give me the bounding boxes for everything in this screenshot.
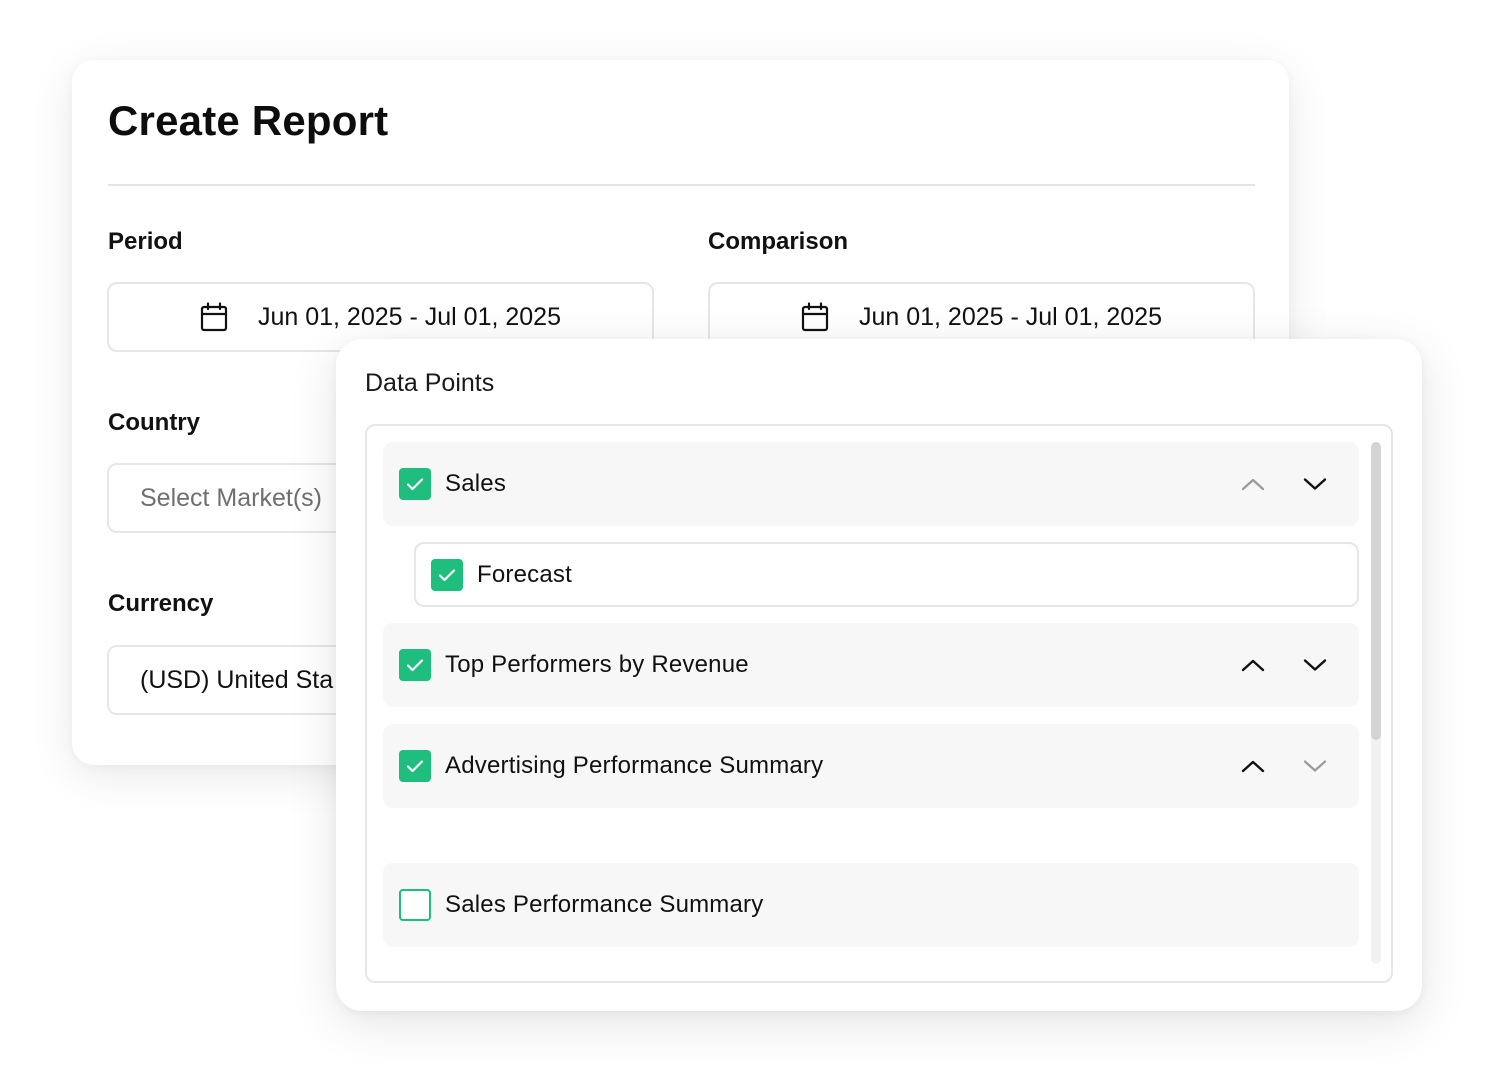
list-item-advertising-performance: Advertising Performance Summary — [383, 724, 1359, 808]
list-item-forecast: Forecast — [414, 542, 1359, 607]
currency-label: Currency — [108, 590, 214, 617]
country-placeholder: Select Market(s) — [140, 483, 322, 512]
check-icon — [406, 659, 424, 672]
chevron-up-icon[interactable] — [1240, 753, 1266, 779]
data-points-list: Sales Forecast Top Performers by Revenue… — [365, 424, 1393, 983]
title-divider — [108, 184, 1255, 186]
scrollbar-thumb[interactable] — [1371, 442, 1381, 740]
forecast-checkbox[interactable] — [431, 558, 463, 591]
advertising-performance-label: Advertising Performance Summary — [445, 752, 824, 779]
chevron-down-icon[interactable] — [1302, 753, 1328, 779]
scrollbar-track[interactable] — [1371, 442, 1381, 964]
check-icon — [438, 568, 456, 581]
calendar-icon — [200, 302, 228, 332]
list-item-sales: Sales — [383, 442, 1359, 526]
sales-performance-label: Sales Performance Summary — [445, 891, 764, 918]
check-icon — [406, 478, 424, 491]
country-label: Country — [108, 409, 200, 436]
check-icon — [406, 760, 424, 773]
comparison-date-range-text: Jun 01, 2025 - Jul 01, 2025 — [858, 302, 1162, 331]
page-title: Create Report — [108, 97, 389, 144]
sales-label: Sales — [445, 470, 507, 497]
forecast-label: Forecast — [477, 560, 572, 588]
advertising-performance-checkbox[interactable] — [399, 750, 431, 782]
chevron-up-icon[interactable] — [1240, 652, 1266, 678]
chevron-down-icon[interactable] — [1302, 471, 1328, 497]
top-performers-label: Top Performers by Revenue — [445, 651, 749, 678]
currency-value: (USD) United Sta — [140, 665, 334, 694]
period-label: Period — [108, 228, 183, 255]
period-date-range-text: Jun 01, 2025 - Jul 01, 2025 — [257, 302, 561, 331]
sales-checkbox[interactable] — [399, 468, 431, 500]
sales-performance-checkbox[interactable] — [399, 889, 431, 921]
chevron-down-icon[interactable] — [1302, 652, 1328, 678]
list-item-sales-performance: Sales Performance Summary — [383, 863, 1359, 947]
data-points-panel: Data Points Sales Forecast Top Performer… — [336, 339, 1422, 1011]
data-points-title: Data Points — [365, 369, 495, 397]
comparison-label: Comparison — [708, 228, 849, 255]
calendar-icon — [801, 302, 829, 332]
list-item-top-performers: Top Performers by Revenue — [383, 623, 1359, 707]
top-performers-checkbox[interactable] — [399, 649, 431, 681]
chevron-up-icon[interactable] — [1240, 471, 1266, 497]
